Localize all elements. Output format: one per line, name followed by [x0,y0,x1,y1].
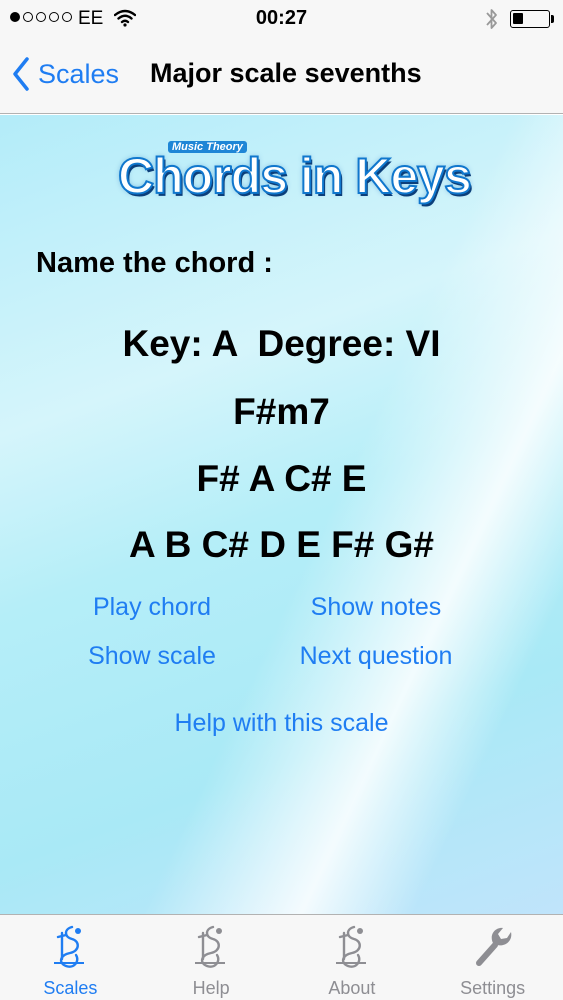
tab-bar: Scales Help About Settings [0,914,563,1000]
help-icon [195,925,226,968]
quiz-content: Music Theory Chords in Keys Name the cho… [0,115,563,914]
show-scale-button[interactable]: Show scale [40,642,264,671]
bluetooth-icon [486,9,497,29]
help-with-scale-button[interactable]: Help with this scale [0,709,563,738]
chord-notes-text: F# A C# E [196,458,367,499]
tab-scales[interactable]: Scales [0,915,141,1000]
back-button[interactable]: Scales [12,54,119,94]
tab-settings-label: Settings [460,978,526,998]
question-prompt: Name the chord : [36,247,273,279]
chord-name-text: F#m7 [233,391,330,432]
play-chord-button[interactable]: Play chord [40,593,264,622]
back-button-label: Scales [38,58,120,89]
scale-notes-text: A B C# D E F# G# [129,524,434,565]
show-notes-button[interactable]: Show notes [264,593,488,622]
navigation-bar: Scales Major scale sevenths [0,38,563,114]
tab-about[interactable]: About [282,915,423,1000]
tab-scales-label: Scales [43,978,98,998]
app-logo: Music Theory Chords in Keys [117,137,473,205]
key-degree-text: Key: A Degree: VI [122,323,441,364]
logo-title: Chords in Keys [117,147,473,205]
scales-icon [54,925,85,968]
chevron-left-icon [13,57,29,91]
tab-help-label: Help [192,978,230,998]
tab-settings[interactable]: Settings [422,915,563,1000]
tab-about-label: About [328,978,376,998]
clock: 00:27 [255,7,308,29]
battery-icon [510,10,550,28]
status-bar: EE 00:27 [0,0,563,38]
battery-tip [551,15,554,23]
tab-help[interactable]: Help [141,915,282,1000]
next-question-button[interactable]: Next question [264,642,488,671]
page-title: Major scale sevenths [150,58,422,88]
wrench-icon [475,927,511,966]
about-icon [335,925,366,968]
